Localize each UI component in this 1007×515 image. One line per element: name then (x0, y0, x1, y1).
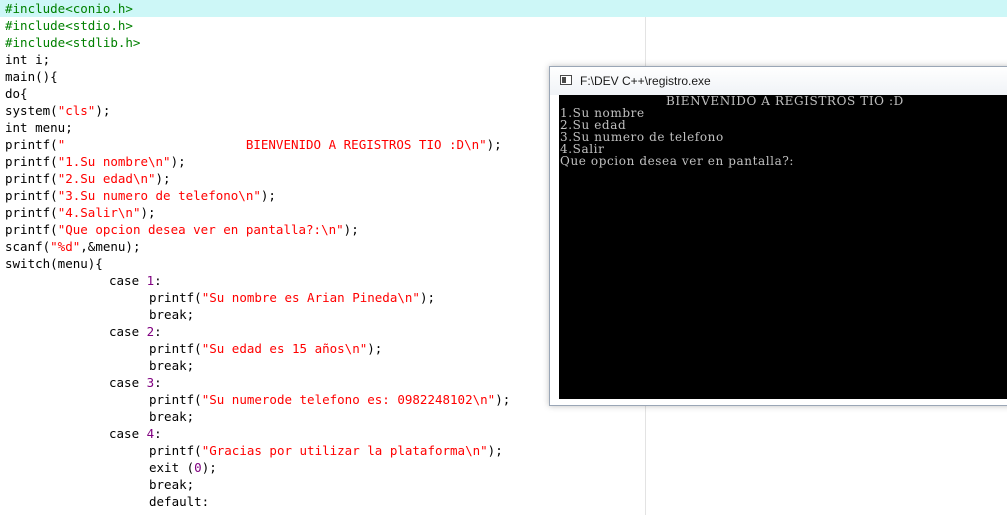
code-token: case (109, 375, 147, 390)
code-token: 0 (194, 460, 202, 475)
code-token: printf( (5, 137, 58, 152)
code-token: "4.Salir\n" (57, 205, 141, 220)
code-line[interactable]: #include<stdio.h> (0, 17, 1007, 34)
code-token: ); (155, 171, 171, 186)
code-token: ); (260, 188, 276, 203)
code-token: int i; (5, 52, 51, 67)
code-token: "%d" (50, 239, 81, 254)
code-line[interactable]: default: (0, 493, 1007, 510)
code-token: ); (140, 205, 156, 220)
code-token: printf( (149, 341, 202, 356)
code-token: printf( (5, 188, 58, 203)
code-line[interactable]: exit (0); (0, 459, 1007, 476)
code-token: : (154, 375, 162, 390)
code-line[interactable]: break; (0, 476, 1007, 493)
code-token: int menu; (5, 120, 73, 135)
console-app-icon (560, 75, 572, 85)
console-output[interactable]: BIENVENIDO A REGISTROS TIO :D 1.Su nombr… (559, 95, 1007, 399)
code-token: : (154, 324, 162, 339)
code-token: printf( (5, 154, 58, 169)
code-token: "Su numerode telefono es: 0982248102\n" (201, 392, 496, 407)
console-titlebar[interactable]: F:\DEV C++\registro.exe (550, 67, 1007, 95)
code-token: exit ( (149, 460, 195, 475)
code-token: main(){ (5, 69, 58, 84)
code-token: case (109, 426, 147, 441)
code-token: "Que opcion desea ver en pantalla?:\n" (57, 222, 344, 237)
code-token: printf( (149, 290, 202, 305)
code-token: ); (419, 290, 435, 305)
code-token: #include<stdio.h> (5, 18, 133, 33)
code-token: case (109, 324, 147, 339)
code-line[interactable]: #include<stdlib.h> (0, 34, 1007, 51)
code-token: : (154, 273, 162, 288)
console-window[interactable]: F:\DEV C++\registro.exe BIENVENIDO A REG… (549, 66, 1007, 406)
code-token: break; (149, 477, 195, 492)
code-token: : (154, 426, 162, 441)
code-token: "Su edad es 15 años\n" (201, 341, 368, 356)
code-token: ); (495, 392, 511, 407)
code-token: ); (343, 222, 359, 237)
code-token: ); (170, 154, 186, 169)
console-title: F:\DEV C++\registro.exe (580, 74, 711, 88)
code-token: printf( (149, 392, 202, 407)
code-token: scanf( (5, 239, 51, 254)
code-token: ); (201, 460, 217, 475)
code-token: "cls" (57, 103, 96, 118)
code-token: "3.Su numero de telefono\n" (57, 188, 261, 203)
code-token: "Gracias por utilizar la plataforma\n" (201, 443, 488, 458)
code-token: break; (149, 358, 195, 373)
code-line[interactable]: case 4: (0, 425, 1007, 442)
code-token: ); (486, 137, 502, 152)
code-line[interactable]: break; (0, 408, 1007, 425)
code-token: "1.Su nombre\n" (57, 154, 171, 169)
code-token: printf( (5, 205, 58, 220)
code-token: printf( (5, 222, 58, 237)
code-token: switch(menu){ (5, 256, 103, 271)
code-token: case (109, 273, 147, 288)
code-token: "Su nombre es Arian Pineda\n" (201, 290, 420, 305)
code-line[interactable]: #include<conio.h> (0, 0, 1007, 17)
code-token: printf( (5, 171, 58, 186)
code-token: "2.Su edad\n" (57, 171, 156, 186)
code-line[interactable]: printf("Gracias por utilizar la platafor… (0, 442, 1007, 459)
code-token: printf( (149, 443, 202, 458)
code-token: system( (5, 103, 58, 118)
code-token: ); (367, 341, 383, 356)
console-line: Que opcion desea ver en pantalla?: (560, 154, 795, 168)
code-token: ,&menu); (80, 239, 141, 254)
code-token: do{ (5, 86, 28, 101)
code-token: break; (149, 307, 195, 322)
code-token: break; (149, 409, 195, 424)
code-token: ); (487, 443, 503, 458)
code-token: default: (149, 494, 210, 509)
code-token: #include<conio.h> (5, 1, 133, 16)
code-token: #include<stdlib.h> (5, 35, 141, 50)
code-token: " BIENVENIDO A REGISTROS TIO :D\n" (57, 137, 487, 152)
code-token: ); (95, 103, 111, 118)
